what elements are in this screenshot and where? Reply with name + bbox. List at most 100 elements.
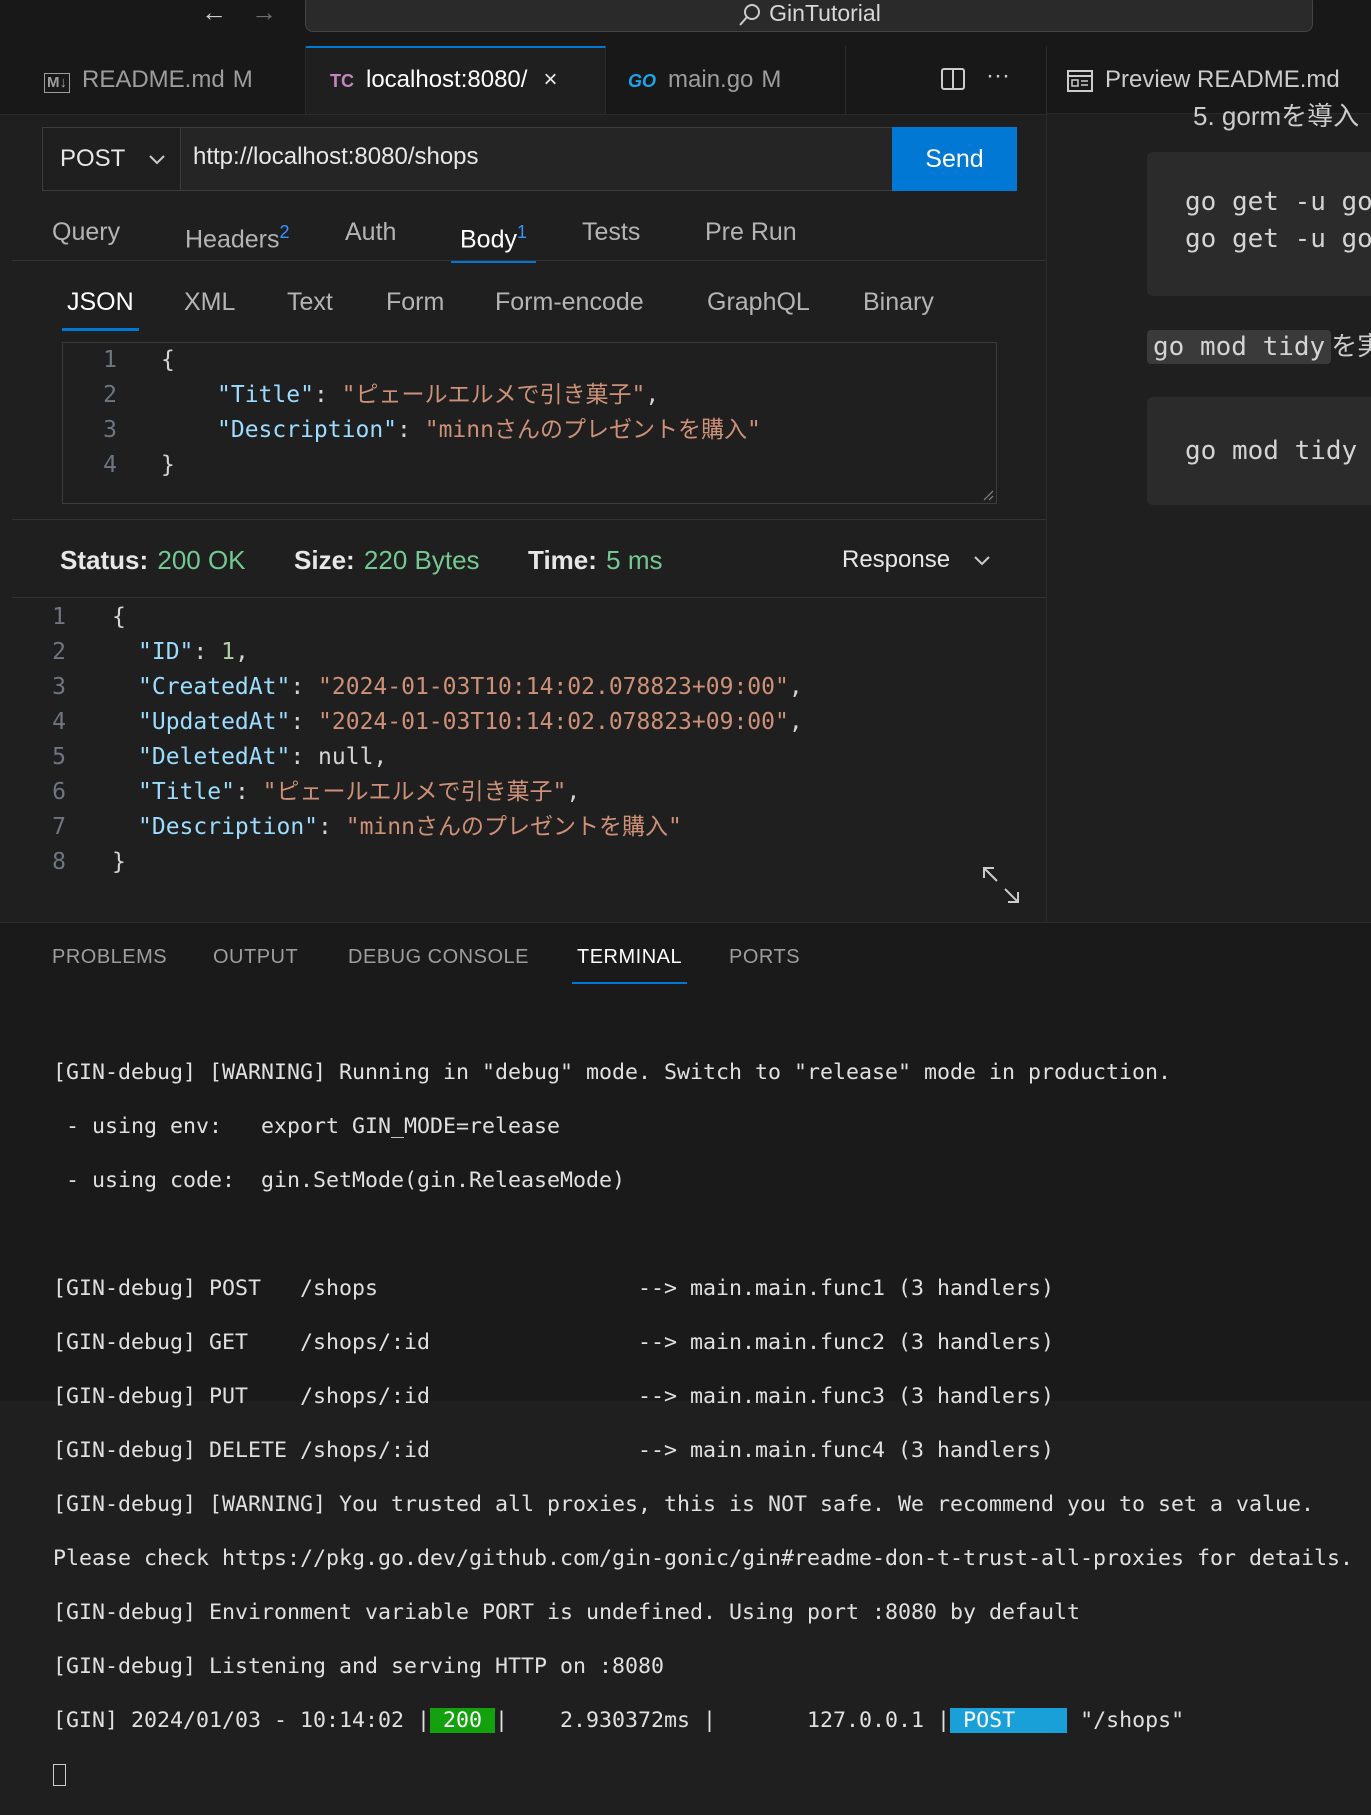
url-input[interactable]: http://localhost:8080/shops [180, 127, 893, 191]
tab-label: Body [460, 225, 517, 254]
response-select[interactable]: Response [842, 540, 991, 580]
terminal-line: [GIN-debug] Listening and serving HTTP o… [53, 1654, 665, 1679]
panel-tab-output[interactable]: OUTPUT [213, 944, 298, 984]
send-button[interactable]: Send [892, 127, 1017, 191]
line-number: 3 [52, 674, 66, 700]
back-arrow-icon[interactable]: ← [194, 0, 234, 26]
method-select[interactable]: POST [42, 127, 181, 191]
code-line: 7 "Description": "minnさんのプレゼントを購入" [12, 810, 1046, 845]
line-number: 7 [52, 814, 66, 840]
code-block-go-mod-tidy: go mod tidy [1147, 397, 1371, 505]
panel-tab-ports[interactable]: PORTS [729, 944, 800, 984]
inline-code: go mod tidy [1147, 330, 1332, 364]
method-badge: POST [950, 1708, 1068, 1733]
close-icon[interactable]: × [543, 66, 557, 93]
response-status-bar: Status: 200 OK Size: 220 Bytes Time: 5 m… [60, 540, 662, 580]
tab-headers[interactable]: Headers2 [185, 214, 290, 260]
json-key: "ID" [138, 639, 194, 665]
line-number: 2 [103, 382, 117, 408]
headers-count-badge: 2 [279, 222, 290, 242]
json-key: "Title" [217, 382, 314, 408]
panel-tab-problems[interactable]: PROBLEMS [52, 944, 167, 984]
code-line: 4 "UpdatedAt": "2024-01-03T10:14:02.07882… [12, 705, 1046, 740]
tab-localhost[interactable]: TC localhost:8080/ × [306, 46, 606, 114]
tab-label: README.md [82, 66, 225, 93]
markdown-preview-pane: Preview README.md 5. gormを導入 go get -u g… [1046, 46, 1371, 922]
panel-tab-terminal[interactable]: TERMINAL [572, 944, 688, 984]
body-tab-binary[interactable]: Binary [863, 284, 934, 328]
json-value: 1 [221, 639, 235, 665]
terminal-line: - using env: export GIN_MODE=release [53, 1114, 561, 1139]
body-tab-form[interactable]: Form [386, 284, 444, 328]
body-tab-xml[interactable]: XML [184, 284, 235, 328]
tab-auth[interactable]: Auth [345, 214, 396, 260]
go-icon: GO [628, 71, 657, 91]
terminal-line: [GIN-debug] PUT /shops/:id --> main.main… [53, 1384, 1055, 1409]
body-tab-graphql[interactable]: GraphQL [707, 284, 810, 328]
line-number: 1 [52, 604, 66, 630]
tab-label: Headers [185, 225, 280, 254]
time-label: Time: [528, 545, 597, 575]
json-key: "CreatedAt" [138, 674, 291, 700]
split-editor-icon[interactable] [940, 66, 966, 92]
line-number: 5 [52, 744, 66, 770]
tab-label: Query [52, 218, 121, 246]
json-key: "UpdatedAt" [138, 709, 291, 735]
code-block-go-get: go get -u go go get -u go [1147, 152, 1371, 296]
code-line: 6 "Title": "ピェールエルメで引き菓子", [12, 775, 1046, 810]
preview-icon [1067, 69, 1093, 92]
json-value: "ピェールエルメで引き菓子" [262, 779, 567, 805]
command-center[interactable]: GinTutorial [305, 0, 1313, 32]
body-count-badge: 1 [516, 222, 527, 242]
terminal-output[interactable]: [GIN-debug] [WARNING] Running in "debug"… [53, 1032, 1371, 1815]
resize-handle-icon[interactable] [982, 489, 994, 501]
terminal-line: - using code: gin.SetMode(gin.ReleaseMod… [53, 1168, 626, 1193]
tab-body[interactable]: Body1 [451, 214, 536, 263]
json-key: "Title" [138, 779, 235, 805]
preview-paragraph: go mod tidyを実 [1147, 326, 1371, 364]
chevron-down-icon [974, 555, 990, 566]
tab-tests[interactable]: Tests [582, 214, 640, 260]
expand-icon[interactable] [982, 866, 1020, 904]
tab-label: Pre Run [705, 218, 797, 246]
tab-main-go[interactable]: GO main.go M [606, 46, 846, 114]
json-value: "2024-01-03T10:14:02.078823+09:00" [318, 674, 789, 700]
brace: { [161, 347, 175, 373]
time-value: 5 ms [606, 545, 663, 575]
panel-tab-debug-console[interactable]: DEBUG CONSOLE [348, 944, 529, 984]
line-number: 3 [103, 417, 117, 443]
line-number: 8 [52, 849, 66, 875]
code-line: 4} [63, 448, 761, 483]
status-code-badge: 200 [430, 1708, 496, 1733]
response-select-label: Response [842, 546, 951, 573]
request-body-editor[interactable]: 1{ 2 "Title": "ピェールエルメで引き菓子", 3 "Descripti… [62, 342, 997, 504]
markdown-icon: M↓ [44, 73, 70, 93]
body-tab-form-encode[interactable]: Form-encode [495, 284, 644, 328]
divider [12, 260, 1046, 261]
code-line: 8} [12, 845, 1046, 880]
json-key: "Description" [217, 417, 398, 443]
json-key: "Description" [138, 814, 319, 840]
body-tab-json[interactable]: JSON [62, 284, 139, 331]
code-line: 3 "CreatedAt": "2024-01-03T10:14:02.07882… [12, 670, 1046, 705]
json-value: "minnさんのプレゼントを購入" [424, 417, 761, 443]
code-line: 2 "Title": "ピェールエルメで引き菓子", [63, 378, 761, 413]
tab-readme[interactable]: M↓ README.md M [12, 46, 306, 114]
terminal-line: [GIN-debug] Environment variable PORT is… [53, 1600, 1081, 1625]
forward-arrow-icon[interactable]: → [244, 0, 284, 26]
tab-label: main.go [668, 66, 754, 93]
preview-heading: 5. gormを導入 [1193, 101, 1360, 131]
tab-label: Auth [345, 218, 397, 246]
status-label: Status: [60, 545, 149, 575]
brace: } [161, 452, 175, 478]
tab-pre-run[interactable]: Pre Run [705, 214, 797, 260]
paragraph-text: を実 [1331, 331, 1371, 361]
window-title: GinTutorial [769, 0, 881, 26]
tab-label: Preview README.md [1105, 66, 1340, 93]
json-key: "DeletedAt" [138, 744, 291, 770]
log-latency: | 2.930372ms | 127.0.0.1 | [495, 1708, 951, 1733]
tab-query[interactable]: Query [52, 214, 120, 260]
terminal-line: [GIN-debug] [WARNING] You trusted all pr… [53, 1492, 1315, 1517]
body-tab-text[interactable]: Text [287, 284, 333, 328]
more-actions-icon[interactable]: ··· [986, 62, 1010, 90]
